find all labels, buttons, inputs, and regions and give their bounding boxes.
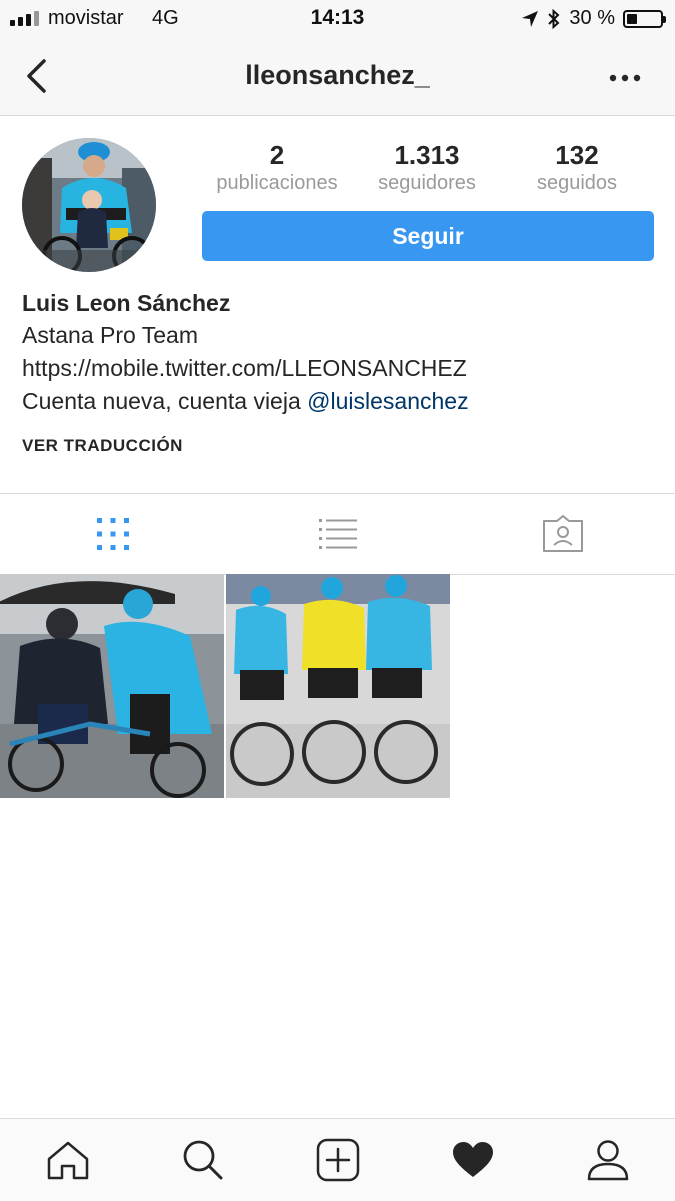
bio-line-url[interactable]: https://mobile.twitter.com/LLEONSANCHEZ (22, 352, 652, 385)
bluetooth-icon (548, 8, 560, 29)
following-label: seguidos (536, 172, 618, 194)
post-photo-rain-cyclists[interactable] (0, 574, 224, 798)
new-post-icon (316, 1138, 359, 1182)
profile-bio: Luis Leon Sánchez Astana Pro Team https:… (22, 287, 652, 418)
bio-mention-link[interactable]: @luislesanchez (307, 388, 468, 414)
grid-icon (96, 518, 129, 550)
post-photo-peloton[interactable] (226, 574, 450, 798)
bio-line-account: Cuenta nueva, cuenta vieja @luislesanche… (22, 385, 652, 418)
avatar[interactable] (22, 138, 156, 272)
posts-label: publicaciones (216, 172, 338, 194)
nav-search[interactable] (135, 1119, 270, 1201)
stat-followers[interactable]: 1.313 seguidores (347, 140, 507, 196)
username-title: lleonsanchez_ (245, 60, 430, 90)
tab-list[interactable] (225, 494, 450, 574)
profile-nav-bar: lleonsanchez_ (0, 38, 675, 116)
profile-name: Luis Leon Sánchez (22, 290, 231, 316)
posts-grid (0, 574, 675, 798)
status-right: 30 % (521, 7, 666, 30)
battery-percent: 30 % (569, 7, 615, 29)
post-image (0, 574, 224, 798)
bottom-tab-bar (0, 1118, 675, 1201)
followers-label: seguidores (378, 172, 476, 194)
nav-profile[interactable] (540, 1119, 675, 1201)
tab-grid[interactable] (0, 494, 225, 574)
status-bar: movistar 4G 14:13 30 % (0, 0, 675, 38)
home-icon (47, 1141, 88, 1180)
following-count: 132 (555, 140, 599, 170)
avatar-photo (22, 138, 156, 272)
posts-count: 2 (269, 140, 285, 170)
profile-icon (587, 1140, 628, 1181)
post-image (226, 574, 450, 798)
search-icon (183, 1140, 222, 1180)
bio-line-team: Astana Pro Team (22, 322, 199, 348)
battery-icon (623, 9, 666, 28)
see-translation-link[interactable]: VER TRADUCCIÓN (22, 436, 183, 456)
activity-heart-icon (452, 1142, 493, 1177)
stat-posts: 2 publicaciones (197, 140, 357, 196)
profile-view-tabs (0, 493, 675, 575)
location-arrow-icon (522, 10, 539, 27)
followers-count: 1.313 (394, 140, 460, 170)
bio-account-text: Cuenta nueva, cuenta vieja (22, 388, 308, 414)
list-icon (318, 519, 357, 549)
more-dots-icon[interactable] (605, 68, 645, 88)
tab-tagged[interactable] (450, 494, 675, 574)
follow-button[interactable]: Seguir (202, 211, 654, 261)
tagged-icon (542, 515, 583, 552)
stat-following[interactable]: 132 seguidos (497, 140, 657, 196)
nav-activity[interactable] (405, 1119, 540, 1201)
nav-home[interactable] (0, 1119, 135, 1201)
nav-new-post[interactable] (270, 1119, 405, 1201)
